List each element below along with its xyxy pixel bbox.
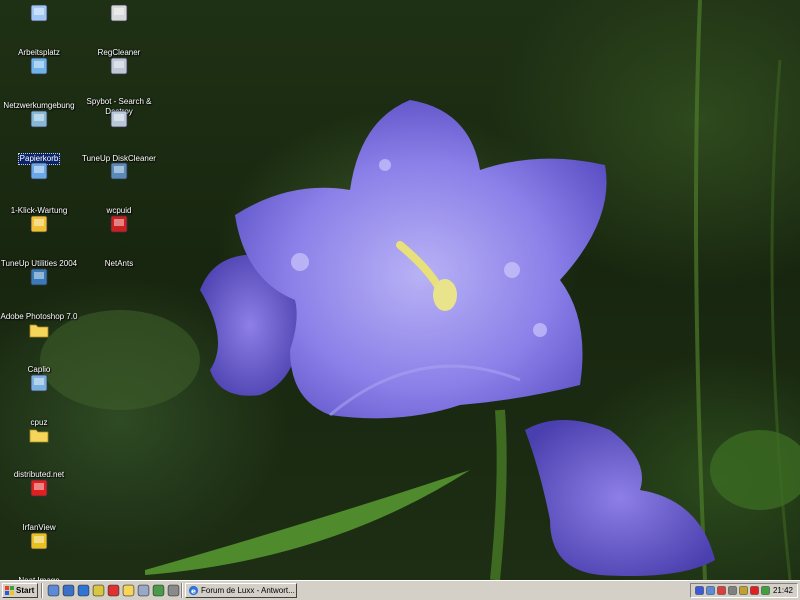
my-computer-icon xyxy=(30,4,48,22)
close-icon[interactable] xyxy=(750,586,759,595)
recycle-bin-icon xyxy=(30,110,48,127)
folder-icon xyxy=(29,324,49,338)
start-label: Start xyxy=(16,586,35,595)
opera-icon[interactable] xyxy=(107,584,120,597)
windows-logo-icon xyxy=(5,586,14,595)
desktop-icon-distributed-net[interactable]: distributed.net xyxy=(0,424,87,482)
photoshop-icon xyxy=(30,268,48,286)
clock[interactable]: 21:42 xyxy=(773,584,793,597)
firewall-icon[interactable] xyxy=(739,586,748,595)
folder-icon xyxy=(29,429,49,443)
netants-icon xyxy=(110,215,128,233)
desktop-icon-caplio[interactable]: Caplio xyxy=(0,319,87,377)
settings-icon[interactable] xyxy=(167,584,180,597)
folder-icon[interactable] xyxy=(122,584,135,597)
taskbar-separator xyxy=(41,583,43,598)
desktop-icon-cpuz[interactable]: cpuz xyxy=(0,372,87,430)
irfanview-icon xyxy=(30,479,48,497)
cpuz-icon xyxy=(30,374,48,391)
media-icon[interactable] xyxy=(152,584,165,597)
monitor-icon[interactable] xyxy=(695,586,704,595)
chat-icon[interactable] xyxy=(92,584,105,597)
volume-icon[interactable] xyxy=(728,586,737,595)
network-icon[interactable] xyxy=(706,586,715,595)
network-icon xyxy=(30,57,48,75)
desktop-icon-netants[interactable]: NetAnts xyxy=(71,213,167,271)
start-button[interactable]: Start xyxy=(2,583,38,598)
desktop-icon-wcpuid[interactable]: wcpuid xyxy=(71,160,167,218)
desktop-icon-regcleaner[interactable]: RegCleaner xyxy=(71,2,167,60)
desktop-icon-irfanview[interactable]: IrfanView xyxy=(0,477,87,535)
task-button-forum[interactable]: e Forum de Luxx - Antwort... xyxy=(185,583,297,598)
desktop-icon-neat-image[interactable]: Neat Image xyxy=(0,530,87,580)
ie-icon: e xyxy=(188,585,199,595)
tuneup-icon xyxy=(30,215,48,233)
antivirus-icon[interactable] xyxy=(717,586,726,595)
notepad-icon[interactable] xyxy=(137,584,150,597)
messenger-icon[interactable] xyxy=(761,586,770,595)
neat-image-icon xyxy=(30,532,48,550)
maintenance-icon xyxy=(30,162,48,180)
outlook-icon[interactable] xyxy=(62,584,75,597)
diskcleaner-icon xyxy=(110,110,128,127)
regcleaner-icon xyxy=(110,4,128,22)
taskbar: Start e Forum de Luxx - Antwort... 21:42 xyxy=(0,580,800,600)
desktop-icon-label: NetAnts xyxy=(104,259,134,269)
desktop-icon-adobe-photoshop-7-0[interactable]: Adobe Photoshop 7.0 xyxy=(0,266,87,324)
svg-text:e: e xyxy=(191,586,196,595)
task-label: Forum de Luxx - Antwort... xyxy=(201,586,295,595)
desktop[interactable]: Arbeitsplatz Netzwerkumgebung Papierkorb 1-… xyxy=(0,0,800,580)
desktop-icon-tuneup-diskcleaner[interactable]: TuneUp DiskCleaner xyxy=(71,108,167,166)
ie-icon[interactable] xyxy=(77,584,90,597)
taskbar-separator xyxy=(181,583,183,598)
wcpuid-icon xyxy=(110,162,128,180)
system-tray: 21:42 xyxy=(690,583,798,598)
desktop-icon[interactable] xyxy=(47,584,60,597)
spybot-icon xyxy=(110,57,128,75)
